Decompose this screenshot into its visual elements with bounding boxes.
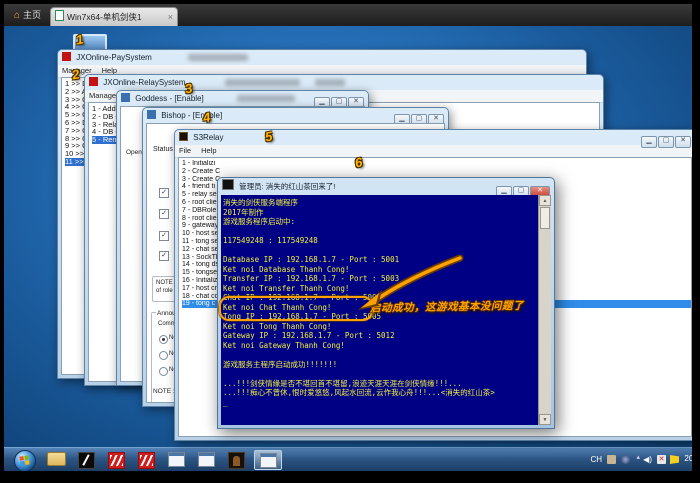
taskbar-jx-button[interactable] bbox=[74, 450, 98, 470]
remote-desktop-viewport: ⌂主页 Win7x64-单机剑侠1 × 计算机 回收站 e Internet Ex… bbox=[4, 4, 692, 471]
console-window-icon bbox=[260, 453, 277, 468]
notify-radio[interactable] bbox=[159, 367, 168, 376]
relaysystem-titlebar[interactable]: JXOnline-RelaySystem bbox=[85, 75, 603, 90]
s3relay-window-buttons: ▁▢✕ bbox=[640, 132, 691, 148]
bishop-titlebar[interactable]: Bishop - [Enable] ▁▢✕ bbox=[143, 108, 448, 123]
start-button[interactable] bbox=[14, 450, 36, 471]
taskbar-clock[interactable]: 20:2 bbox=[684, 454, 692, 463]
status-label: Status bbox=[153, 146, 173, 153]
notify-radio[interactable] bbox=[159, 335, 168, 344]
kingsoft-icon bbox=[108, 452, 125, 469]
taskbar-window-button-1[interactable] bbox=[164, 450, 188, 470]
scroll-up-icon[interactable]: ▲ bbox=[539, 195, 551, 206]
relaysystem-title: JXOnline-RelaySystem bbox=[103, 78, 185, 87]
folder-icon bbox=[47, 452, 66, 466]
console-titlebar[interactable]: 管理员: 消失的红山茶回来了! ▁▢✕ bbox=[218, 178, 554, 195]
status-checkbox[interactable]: ✓ bbox=[159, 188, 169, 198]
status-checkbox[interactable]: ✓ bbox=[159, 209, 169, 219]
scroll-thumb[interactable] bbox=[540, 207, 550, 229]
console-line bbox=[223, 369, 536, 379]
console-line: 游戏服务程序启动中: bbox=[223, 217, 536, 227]
console-line: 消失的剑侠服务端程序 bbox=[223, 198, 536, 208]
action-center-flag-icon[interactable] bbox=[670, 455, 679, 464]
language-indicator[interactable]: CH bbox=[590, 455, 602, 464]
console-line bbox=[223, 227, 536, 237]
paysystem-titlebar[interactable]: JXOnline-PaySystem bbox=[58, 50, 586, 65]
console-line: Gateway IP : 192.168.1.7 - Port : 5012 bbox=[223, 331, 536, 341]
console-line: 2017年制作 bbox=[223, 208, 536, 218]
network-error-icon[interactable]: ✕ bbox=[657, 455, 666, 464]
bishop-app-icon bbox=[147, 110, 156, 119]
annotation-success-box bbox=[219, 296, 373, 321]
kingsoft-icon bbox=[138, 452, 155, 469]
paysystem-app-icon bbox=[62, 52, 71, 61]
tray-show-hidden-icon[interactable]: ▴ bbox=[636, 453, 640, 461]
censored-text bbox=[188, 54, 248, 61]
log-item[interactable]: 1 - Initializi bbox=[182, 160, 691, 168]
knight-icon bbox=[228, 452, 245, 469]
taskbar-kingsoft-button-1[interactable] bbox=[104, 450, 128, 470]
home-icon: ⌂ bbox=[14, 10, 20, 21]
s3relay-titlebar[interactable]: S3Relay ▁▢✕ bbox=[175, 130, 692, 145]
taskbar: CH ▴ ◀) ✕ 20:2 bbox=[4, 447, 692, 471]
windows-flag-icon bbox=[19, 455, 29, 465]
notify-radio[interactable] bbox=[159, 351, 168, 360]
vm-tab-bar: ⌂主页 Win7x64-单机剑侠1 × bbox=[4, 4, 692, 27]
status-checkbox[interactable]: ✓ bbox=[159, 231, 169, 241]
tray-app-icon[interactable] bbox=[607, 455, 616, 464]
console-line: ...!!!剑侠情缘是否不堪回首不堪留,浪迹天涯天涯在剑侠情缘!!!... bbox=[223, 379, 536, 389]
menu-item[interactable]: File bbox=[179, 145, 191, 157]
taskbar-console-button-active[interactable] bbox=[254, 450, 282, 470]
desktop: 计算机 回收站 e Internet Explorer 剑侠情缘1服务端管理 J… bbox=[4, 26, 692, 451]
scroll-down-icon[interactable]: ▼ bbox=[539, 414, 551, 425]
paysystem-title: JXOnline-PaySystem bbox=[76, 53, 152, 62]
taskbar-window-button-2[interactable] bbox=[194, 450, 218, 470]
taskbar-explorer-button[interactable] bbox=[44, 450, 68, 470]
console-line: Ket noi Gateway Thanh Cong! bbox=[223, 341, 536, 351]
console-app-icon bbox=[222, 179, 234, 190]
close-button[interactable]: ✕ bbox=[675, 136, 691, 148]
console-line: Ket noi Tong Thanh Cong! bbox=[223, 322, 536, 332]
log-item[interactable]: 2 - Create C bbox=[182, 168, 691, 176]
menu-item[interactable]: Help bbox=[201, 145, 216, 157]
console-title: 管理员: 消失的红山茶回来了! bbox=[239, 182, 335, 191]
censored-text bbox=[315, 79, 345, 86]
status-checkbox[interactable]: ✓ bbox=[159, 251, 169, 261]
console-line: _ bbox=[223, 398, 536, 408]
relaysystem-app-icon bbox=[89, 77, 98, 86]
home-button[interactable]: ⌂主页 bbox=[14, 8, 41, 21]
s3relay-title: S3Relay bbox=[193, 133, 223, 142]
taskbar-kingsoft-button-2[interactable] bbox=[134, 450, 158, 470]
minimize-button[interactable]: ▁ bbox=[641, 136, 657, 148]
jx-sword-icon bbox=[78, 452, 95, 469]
maximize-button[interactable]: ▢ bbox=[658, 136, 674, 148]
vm-tab[interactable]: Win7x64-单机剑侠1 × bbox=[50, 7, 178, 26]
open-label[interactable]: Open bbox=[126, 149, 142, 156]
volume-icon[interactable]: ◀) bbox=[643, 455, 652, 464]
taskbar-knight-button[interactable] bbox=[224, 450, 248, 470]
annotation-arrow bbox=[354, 252, 466, 316]
s3relay-app-icon bbox=[179, 132, 188, 141]
goddess-titlebar[interactable]: Goddess - [Enable] ▁▢✕ bbox=[117, 91, 368, 106]
tab-close-icon[interactable]: × bbox=[168, 8, 173, 26]
tab-favicon bbox=[55, 10, 64, 21]
window-icon bbox=[198, 452, 215, 467]
home-label: 主页 bbox=[23, 10, 41, 20]
bishop-title: Bishop - [Enable] bbox=[161, 111, 222, 120]
goddess-app-icon bbox=[121, 93, 130, 102]
menu-item[interactable]: Manager bbox=[89, 90, 119, 102]
censored-text bbox=[237, 95, 295, 102]
tab-title: Win7x64-单机剑侠1 bbox=[67, 12, 142, 22]
console-line: 游戏服务主程序启动成功!!!!!!! bbox=[223, 360, 536, 370]
console-line: ...!!!痴心不曾休,恨时爱悠悠,风起水回流,云作我心舟!!!...<消失的红… bbox=[223, 388, 536, 398]
console-line: 117549248 : 117549248 bbox=[223, 236, 536, 246]
console-line bbox=[223, 350, 536, 360]
window-icon bbox=[168, 452, 185, 467]
goddess-title: Goddess - [Enable] bbox=[135, 94, 203, 103]
censored-text bbox=[225, 79, 300, 86]
tray-network-globe-icon[interactable] bbox=[621, 455, 630, 464]
